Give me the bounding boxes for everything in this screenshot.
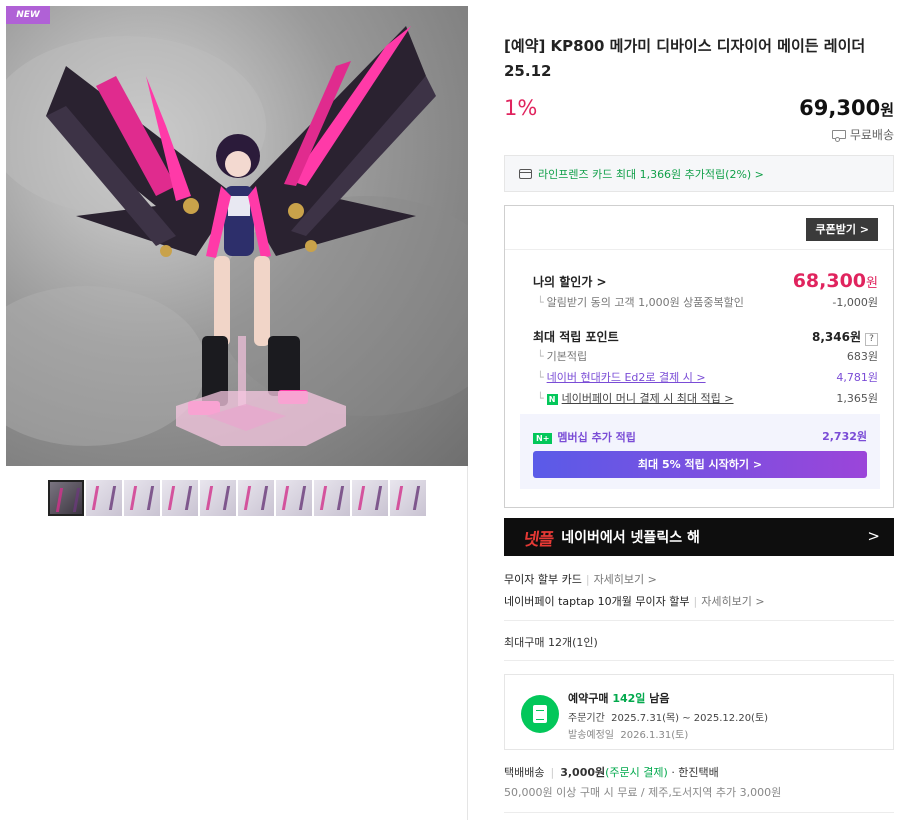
max-points-value: 8,346원: [812, 330, 861, 344]
credit-card-icon: [519, 168, 532, 179]
delivery-carrier: · 한진택배: [671, 766, 719, 779]
delivery-info: 택배배송 | 3,000원(주문시 결제) · 한진택배: [504, 766, 719, 779]
netflix-logo: 넷플: [522, 525, 555, 550]
my-price-row: 나의 할인가 > 68,300원: [533, 270, 878, 292]
help-icon[interactable]: ?: [865, 333, 878, 346]
hyundai-card-value: 4,781원: [836, 371, 878, 384]
sale-price: 69,300원: [799, 96, 894, 120]
my-price-value: 68,300: [792, 270, 867, 292]
divider: [504, 812, 894, 813]
installment-label: 네이버페이 taptap 10개월 무이자 할부: [504, 595, 690, 608]
naver-pay-icon: N: [546, 393, 558, 405]
netflix-banner[interactable]: 넷플 네이버에서 넷플릭스 해 >: [504, 518, 894, 556]
new-badge: NEW: [6, 6, 50, 24]
benefit-box: 쿠폰받기 > 나의 할인가 > 68,300원 └ 알림받기 동의 고객 1,00…: [504, 205, 894, 508]
thumbnail[interactable]: [314, 480, 350, 516]
product-title: [예약] KP800 메가미 디바이스 디자이어 메이든 레이더 25.12: [504, 37, 866, 80]
coupon-button[interactable]: 쿠폰받기 >: [806, 218, 878, 241]
max-points: 8,346원?: [812, 326, 878, 346]
max-purchase: 최대구매 12개(1인): [504, 636, 598, 649]
netflix-logo-accent: 플: [536, 529, 555, 550]
thumbnail[interactable]: [162, 480, 198, 516]
hyundai-card-label[interactable]: └ 네이버 현대카드 Ed2로 결제 시 >: [533, 369, 706, 385]
coupon-bar: 쿠폰받기 >: [505, 206, 893, 250]
delivery-fee-note: (주문시 결제): [605, 766, 668, 779]
npay-money-value: 1,365원: [836, 392, 878, 405]
membership-box: N+ 멤버십 추가 적립 2,732원 최대 5% 적립 시작하기 >: [520, 414, 880, 489]
divider: [504, 620, 894, 621]
npay-money-row: └ N 네이버페이 머니 결제 시 최대 적립 > 1,365원: [533, 390, 878, 406]
order-period: 주문기간 2025.7.31(목) ~ 2025.12.20(토): [568, 713, 769, 724]
delivery-fee: 3,000원: [560, 766, 606, 779]
reservation-box: 예약구매 142일 남음 주문기간 2025.7.31(목) ~ 2025.12…: [504, 674, 894, 750]
thumbnail[interactable]: [276, 480, 312, 516]
thumbnail[interactable]: [238, 480, 274, 516]
installment-more-link[interactable]: 자세히보기 >: [701, 595, 764, 608]
hyundai-card-row: └ 네이버 현대카드 Ed2로 결제 시 > 4,781원: [533, 369, 878, 385]
reservation-days: 142일: [612, 692, 646, 705]
naver-plus-icon: N+: [533, 433, 553, 444]
alarm-discount-row: └ 알림받기 동의 고객 1,000원 상품중복할인 -1,000원: [533, 294, 878, 310]
installment-label: 무이자 할부 카드: [504, 573, 582, 586]
figure-illustration: [6, 26, 468, 446]
truck-icon: [831, 130, 846, 142]
ship-date: 발송예정일 2026.1.31(토): [568, 730, 689, 741]
installment-item: 무이자 할부 카드 | 자세히보기 >: [504, 573, 657, 586]
installment-item: 네이버페이 taptap 10개월 무이자 할부 | 자세히보기 >: [504, 595, 765, 608]
delivery-note: 50,000원 이상 구매 시 무료 / 제주,도서지역 추가 3,000원: [504, 786, 782, 799]
base-points-row: └ 기본적립 683원: [533, 348, 878, 364]
free-shipping-label: 무료배송: [849, 128, 894, 142]
netflix-banner-text: 네이버에서 넷플릭스 해: [561, 530, 700, 546]
max-points-row: 최대 적립 포인트 8,346원?: [533, 326, 878, 346]
card-benefit-text: 라인프렌즈 카드 최대 1,366원 추가적립(2%) >: [538, 167, 764, 181]
product-gallery: NEW: [6, 6, 468, 820]
membership-label: N+ 멤버십 추가 적립: [533, 426, 636, 445]
thumbnail[interactable]: [352, 480, 388, 516]
thumbnail[interactable]: [200, 480, 236, 516]
thumbnail[interactable]: [124, 480, 160, 516]
price-unit: 원: [880, 101, 894, 119]
divider: [504, 660, 894, 661]
discount-rate: 1%: [504, 96, 538, 120]
membership-row: N+ 멤버십 추가 적립 2,732원: [533, 426, 867, 445]
card-benefit-banner[interactable]: 라인프렌즈 카드 최대 1,366원 추가적립(2%) >: [504, 155, 894, 192]
base-points-label: └ 기본적립: [537, 350, 588, 363]
start-rewards-button[interactable]: 최대 5% 적립 시작하기 >: [533, 451, 867, 478]
my-price: 68,300원: [793, 270, 878, 292]
base-points-value: 683원: [846, 350, 878, 363]
chevron-right-icon: >: [867, 527, 880, 545]
alarm-discount-value: -1,000원: [832, 296, 878, 309]
alarm-discount-label: └ 알림받기 동의 고객 1,000원 상품중복할인: [537, 296, 744, 309]
membership-value: 2,732원: [822, 429, 867, 443]
clipboard-icon: [521, 695, 559, 733]
thumbnail[interactable]: [86, 480, 122, 516]
sale-price-value: 69,300: [799, 96, 881, 120]
my-price-label[interactable]: 나의 할인가 >: [533, 273, 607, 290]
product-main-image[interactable]: NEW: [6, 6, 468, 466]
reservation-title: 예약구매 142일 남음: [568, 692, 670, 705]
max-points-label: 최대 적립 포인트: [533, 329, 619, 344]
my-price-unit: 원: [866, 276, 878, 291]
installment-more-link[interactable]: 자세히보기 >: [594, 573, 657, 586]
thumbnail[interactable]: [390, 480, 426, 516]
delivery-method: 택배배송: [504, 766, 545, 779]
free-shipping: 무료배송: [831, 126, 894, 143]
thumbnail-strip: [48, 480, 426, 516]
npay-money-label[interactable]: └ N 네이버페이 머니 결제 시 최대 적립 >: [533, 390, 734, 406]
thumbnail[interactable]: [48, 480, 84, 516]
